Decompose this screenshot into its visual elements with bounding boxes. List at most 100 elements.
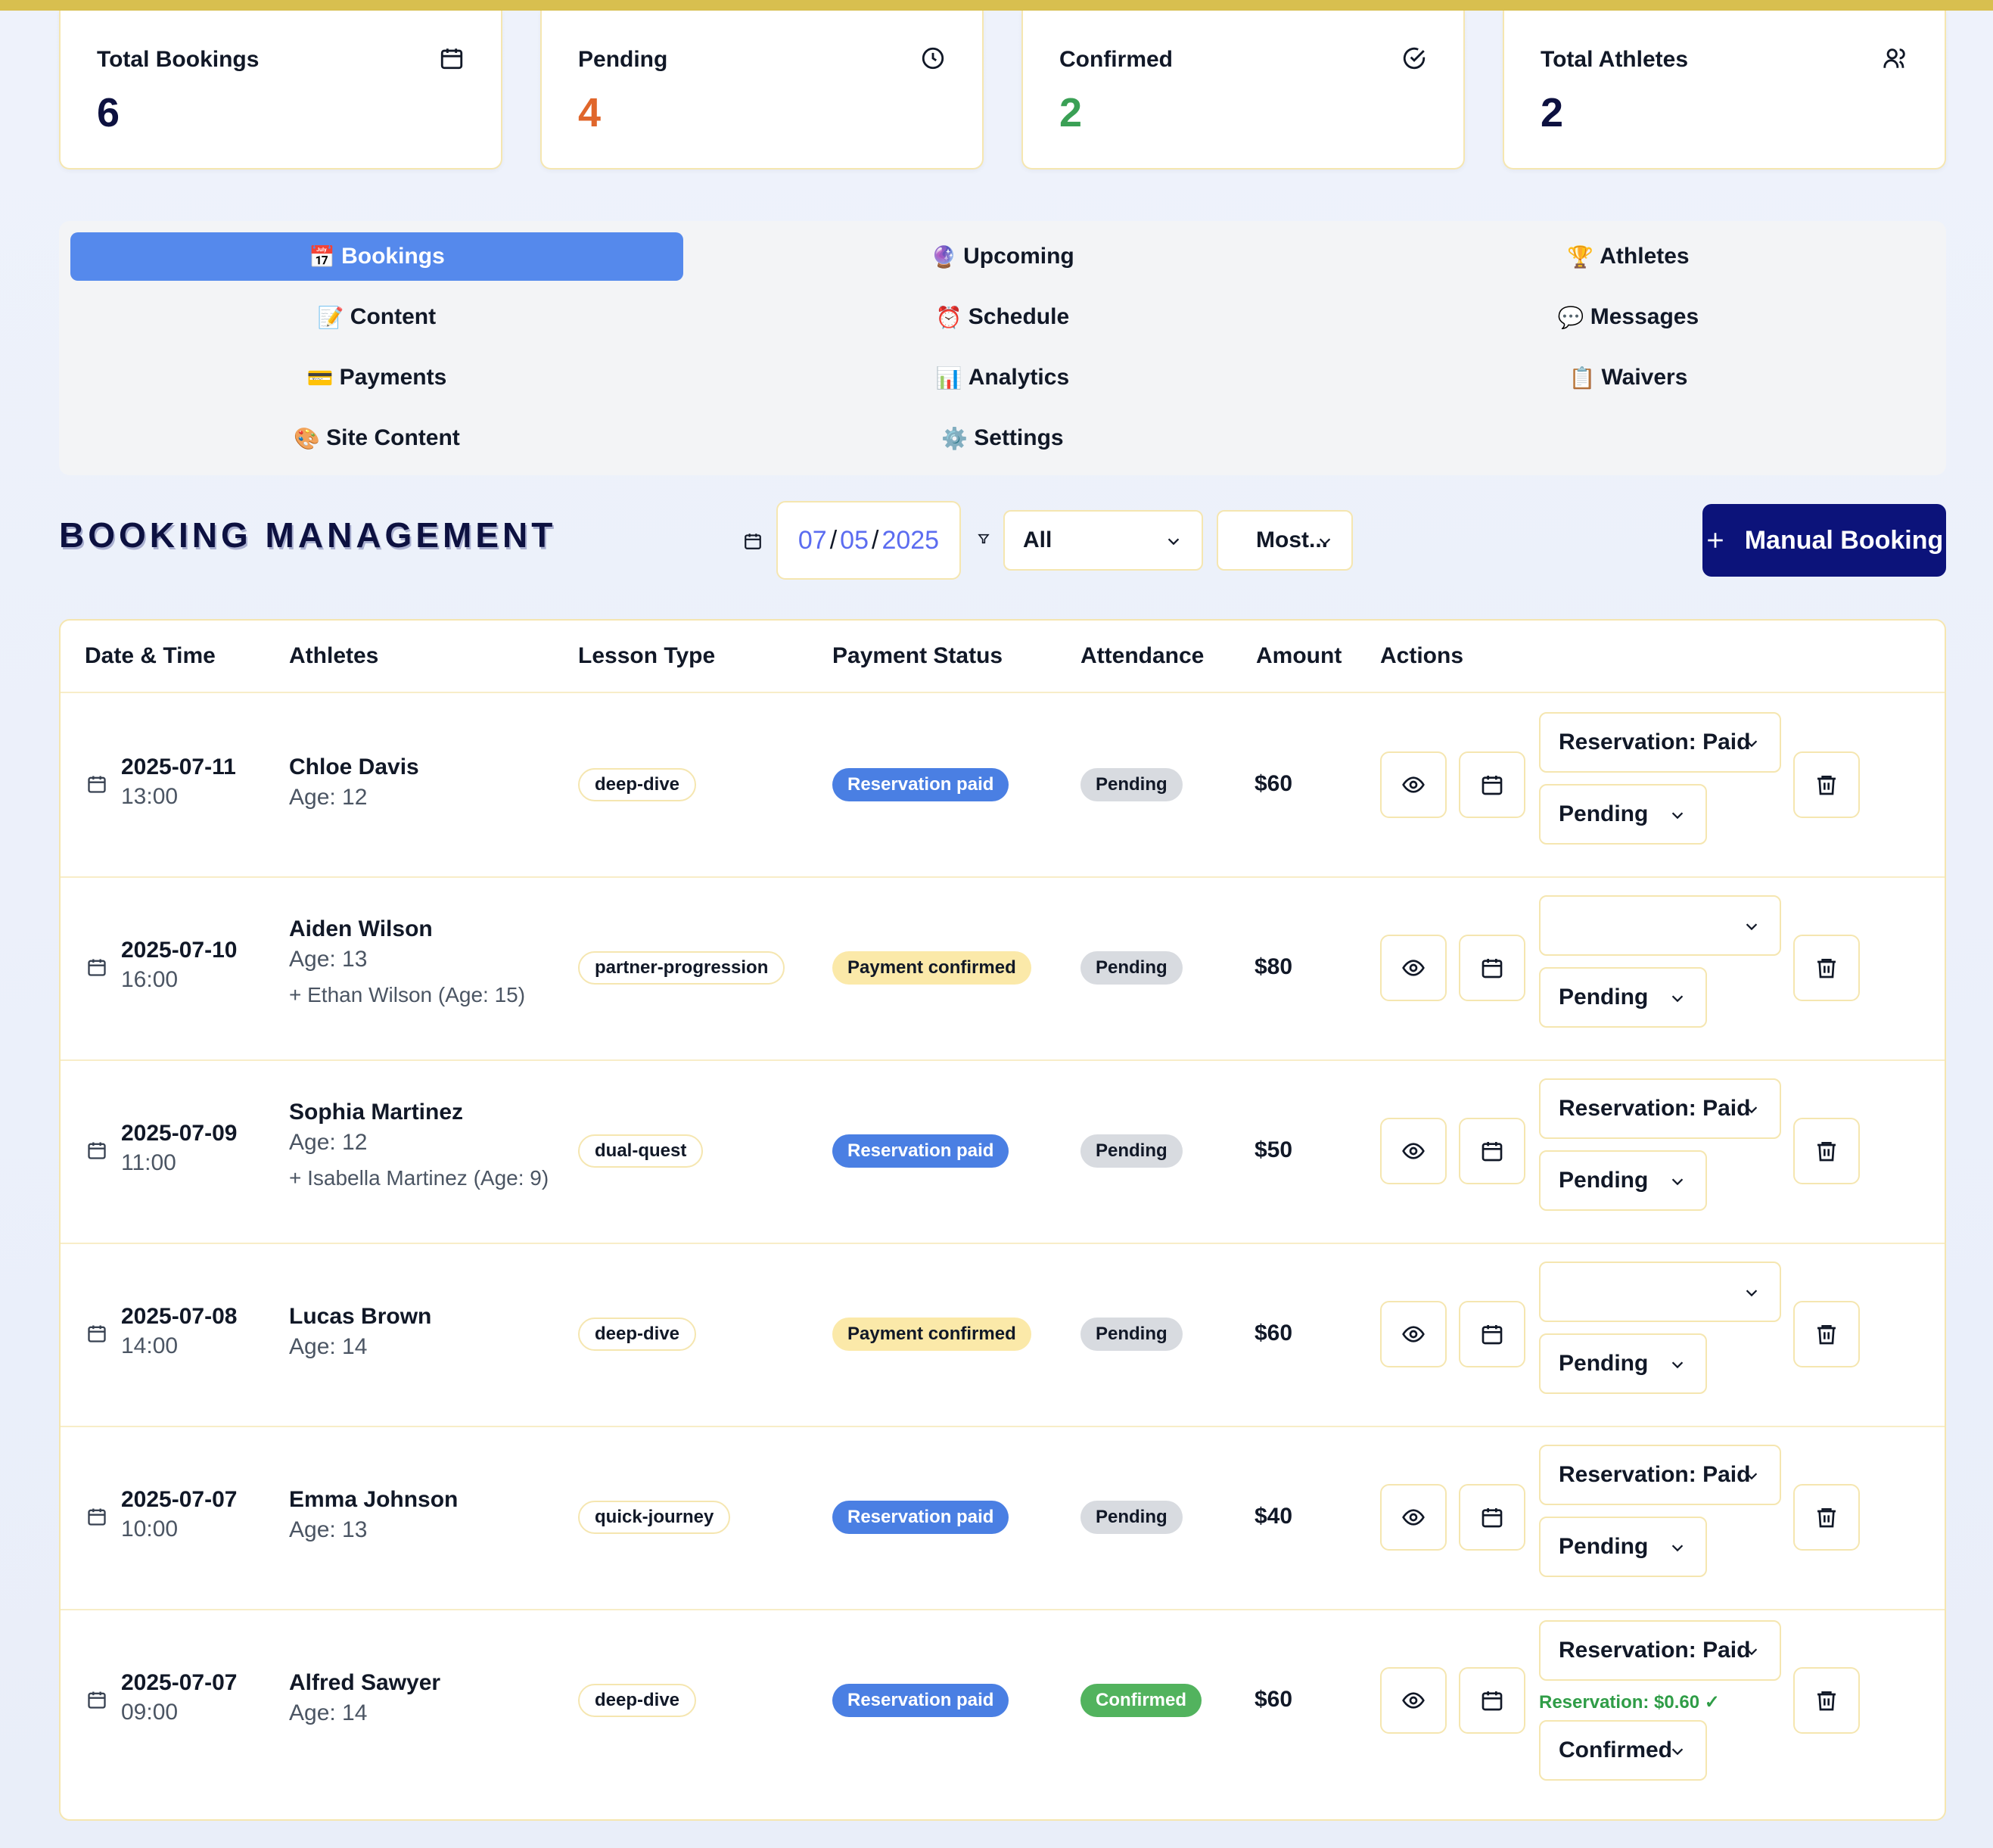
- calendar-icon: [745, 534, 761, 549]
- eye-icon: [1401, 1322, 1426, 1346]
- reschedule-button[interactable]: [1459, 751, 1525, 818]
- booking-time: 13:00: [121, 784, 179, 809]
- delete-booking-button[interactable]: [1793, 935, 1860, 1001]
- attendance-badge: Pending: [1080, 1318, 1183, 1351]
- attendance-select[interactable]: Pending: [1539, 1517, 1707, 1577]
- booking-date: 2025-07-07: [121, 1487, 238, 1512]
- attendance-select[interactable]: Pending: [1539, 1150, 1707, 1211]
- attendance-select-box[interactable]: Confirmed: [1539, 1720, 1707, 1781]
- chevron-down-icon: [1168, 538, 1180, 546]
- attendance-select-box[interactable]: Pending: [1539, 1150, 1707, 1211]
- additional-athlete: + Isabella Martinez (Age: 9): [289, 1166, 549, 1190]
- column-header: Athletes: [289, 643, 379, 668]
- chevron-down-icon: [1671, 1178, 1684, 1186]
- tab-label: Upcoming: [963, 244, 1074, 269]
- reschedule-button[interactable]: [1459, 935, 1525, 1001]
- tab-schedule[interactable]: ⏰ Schedule: [696, 293, 1309, 341]
- view-booking-button[interactable]: [1380, 1484, 1447, 1551]
- stat-label: Total Athletes: [1541, 47, 1689, 72]
- crystal-ball-icon: 🔮: [931, 244, 958, 269]
- memo-icon: 📝: [317, 304, 344, 330]
- reservation-select-box[interactable]: Reservation: Paid: [1539, 1620, 1781, 1681]
- lesson-type-badge: deep-dive: [578, 1318, 697, 1351]
- reservation-select-value: Reservation: Paid: [1559, 1096, 1751, 1121]
- reschedule-button[interactable]: [1459, 1667, 1525, 1734]
- reservation-status-select[interactable]: Reservation: Paid: [1539, 1620, 1781, 1681]
- clipboard-icon: 📋: [1569, 365, 1596, 390]
- stat-card-total-athletes: Total Athletes 2: [1503, 11, 1946, 170]
- table-row: 2025-07-07 10:00 Emma Johnson Age: 13 quick-…: [61, 1426, 1945, 1609]
- lesson-type-badge: dual-quest: [578, 1134, 704, 1168]
- attendance-select-box[interactable]: Pending: [1539, 1517, 1707, 1577]
- booking-amount: $60: [1255, 1321, 1293, 1346]
- attendance-select[interactable]: Pending: [1539, 784, 1707, 845]
- tab-settings[interactable]: ⚙️ Settings: [696, 414, 1309, 462]
- booking-amount: $60: [1255, 1687, 1293, 1712]
- reservation-select-box[interactable]: Reservation: Paid: [1539, 712, 1781, 773]
- users-icon: [1883, 48, 1905, 68]
- attendance-select[interactable]: Confirmed: [1539, 1720, 1707, 1781]
- delete-booking-button[interactable]: [1793, 1118, 1860, 1184]
- attendance-select[interactable]: Pending: [1539, 967, 1707, 1028]
- delete-booking-button[interactable]: [1793, 1301, 1860, 1367]
- view-booking-button[interactable]: [1380, 935, 1447, 1001]
- calendar-icon: [1480, 773, 1504, 797]
- reservation-select-box[interactable]: [1539, 895, 1781, 956]
- booking-date: 2025-07-10: [121, 938, 238, 963]
- reservation-status-select[interactable]: [1539, 1262, 1781, 1322]
- chevron-down-icon: [1746, 1290, 1758, 1297]
- delete-booking-button[interactable]: [1793, 1484, 1860, 1551]
- reservation-status-select[interactable]: Reservation: Paid: [1539, 712, 1781, 773]
- reservation-select-box[interactable]: Reservation: Paid: [1539, 1445, 1781, 1505]
- tab-content[interactable]: 📝 Content: [70, 293, 683, 341]
- view-booking-button[interactable]: [1380, 1667, 1447, 1734]
- attendance-select-box[interactable]: Pending: [1539, 1333, 1707, 1394]
- reschedule-button[interactable]: [1459, 1301, 1525, 1367]
- tab-payments[interactable]: 💳 Payments: [70, 353, 683, 402]
- tab-messages[interactable]: 💬 Messages: [1322, 293, 1935, 341]
- tab-label: Bookings: [341, 244, 445, 269]
- reschedule-button[interactable]: [1459, 1118, 1525, 1184]
- view-booking-button[interactable]: [1380, 751, 1447, 818]
- table-row: 2025-07-07 09:00 Alfred Sawyer Age: 14 deep-…: [61, 1609, 1945, 1792]
- booking-amount: $50: [1255, 1137, 1293, 1162]
- reschedule-button[interactable]: [1459, 1484, 1525, 1551]
- booking-date: 2025-07-08: [121, 1304, 238, 1329]
- manual-booking-button[interactable]: Manual Booking: [1702, 504, 1946, 577]
- delete-booking-button[interactable]: [1793, 751, 1860, 818]
- booking-time: 11:00: [121, 1150, 176, 1175]
- tab-bookings[interactable]: 📅 Bookings: [70, 232, 683, 281]
- reservation-select-box[interactable]: Reservation: Paid: [1539, 1078, 1781, 1139]
- view-booking-button[interactable]: [1380, 1301, 1447, 1367]
- booking-date: 2025-07-09: [121, 1121, 238, 1146]
- booking-amount: $40: [1255, 1504, 1293, 1529]
- status-filter-select[interactable]: All: [1003, 510, 1203, 571]
- tab-label: Analytics: [968, 365, 1070, 390]
- eye-icon: [1401, 956, 1426, 980]
- attendance-select[interactable]: Pending: [1539, 1333, 1707, 1394]
- delete-booking-button[interactable]: [1793, 1667, 1860, 1734]
- trash-icon: [1814, 1505, 1839, 1529]
- view-booking-button[interactable]: [1380, 1118, 1447, 1184]
- tab-analytics[interactable]: 📊 Analytics: [696, 353, 1309, 402]
- attendance-select-box[interactable]: Pending: [1539, 967, 1707, 1028]
- payment-status-badge: Payment confirmed: [832, 951, 1031, 985]
- tab-waivers[interactable]: 📋 Waivers: [1322, 353, 1935, 402]
- tab-upcoming[interactable]: 🔮 Upcoming: [696, 232, 1309, 281]
- attendance-select-box[interactable]: Pending: [1539, 784, 1707, 845]
- date-filter-input[interactable]: 07/05/2025: [776, 501, 961, 580]
- tab-site-content[interactable]: 🎨 Site Content: [70, 414, 683, 462]
- calendar-icon: [1480, 1688, 1504, 1713]
- column-header: Amount: [1256, 643, 1342, 668]
- sort-select[interactable]: Most...: [1217, 510, 1353, 571]
- reservation-status-select[interactable]: Reservation: Paid: [1539, 1445, 1781, 1505]
- tab-athletes[interactable]: 🏆 Athletes: [1322, 232, 1935, 281]
- reservation-status-select[interactable]: Reservation: Paid: [1539, 1078, 1781, 1139]
- date-month: 07: [798, 525, 827, 555]
- athlete-name: Aiden Wilson: [289, 916, 433, 941]
- stat-value: 2: [1059, 90, 1083, 135]
- reservation-status-select[interactable]: [1539, 895, 1781, 956]
- reservation-select-box[interactable]: [1539, 1262, 1781, 1322]
- calendar-icon: [1480, 1139, 1504, 1163]
- section-tabs: 📅 Bookings 🔮 Upcoming 🏆 Athletes 📝 Content ⏰…: [59, 221, 1946, 475]
